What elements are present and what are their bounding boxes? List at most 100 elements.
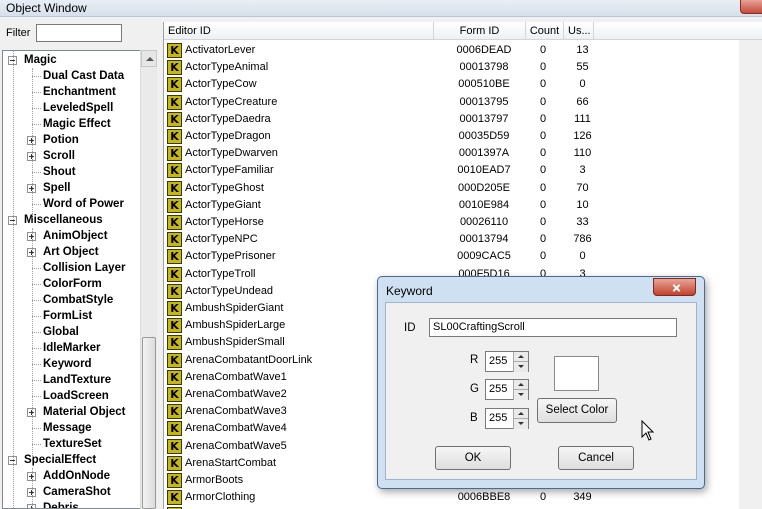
- tree-item[interactable]: Word of Power: [43, 196, 124, 212]
- tree-item[interactable]: Art Object: [43, 244, 99, 260]
- tree-scrollbar[interactable]: [140, 50, 157, 509]
- tree-connector: [32, 92, 41, 93]
- tree-item[interactable]: LandTexture: [43, 372, 111, 388]
- list-row[interactable]: K ActorTypePrisoner 0009CAC5 0 0: [164, 248, 762, 265]
- list-scrollbar[interactable]: [739, 40, 762, 509]
- g-value: 255: [489, 383, 508, 395]
- column-use[interactable]: Us...: [564, 22, 594, 40]
- tree-item[interactable]: LoadScreen: [43, 388, 109, 404]
- tree-item[interactable]: Material Object: [43, 404, 125, 420]
- tree-guide-line: [32, 468, 33, 508]
- tree-connector: [32, 76, 41, 77]
- editor-id-cell: ActorTypeNPC: [185, 233, 258, 246]
- list-row[interactable]: K ActorTypeHorse 00026110 0 33: [164, 214, 762, 231]
- list-row[interactable]: K ActorTypeFamiliar 0010EAD7 0 3: [164, 162, 762, 179]
- column-form-id[interactable]: Form ID: [434, 22, 526, 40]
- keyword-icon: K: [167, 352, 182, 368]
- ok-button[interactable]: OK: [435, 446, 511, 470]
- spin-down-icon[interactable]: [513, 362, 528, 372]
- tree-scroll-thumb[interactable]: [142, 337, 156, 509]
- editor-id-cell: ArmorClothing: [185, 491, 256, 504]
- list-row[interactable]: K ActorTypeNPC 00013794 0 786: [164, 231, 762, 248]
- spin-down-icon[interactable]: [513, 419, 528, 429]
- tree-item[interactable]: Global: [43, 324, 79, 340]
- use-count-cell: 55: [576, 61, 589, 74]
- dialog-close-button[interactable]: [653, 278, 696, 296]
- column-editor-id[interactable]: Editor ID: [164, 22, 434, 40]
- tree-item[interactable]: Keyword: [43, 356, 92, 372]
- category-tree[interactable]: Magic Dual Cast Data Enchantment LeveledSpe…: [2, 50, 157, 509]
- form-id-cell: 0006DEAD: [456, 44, 512, 56]
- tree-item[interactable]: Enchantment: [43, 84, 116, 100]
- select-color-button[interactable]: Select Color: [537, 398, 617, 423]
- tree-item[interactable]: Spell: [43, 180, 70, 196]
- tree-item[interactable]: AddOnNode: [43, 468, 110, 484]
- spin-up-icon[interactable]: [513, 409, 528, 419]
- tree-item[interactable]: Magic Effect: [43, 116, 111, 132]
- tree-item[interactable]: FormList: [43, 308, 92, 324]
- list-row[interactable]: K ActorTypeDwarven 0001397A 0 110: [164, 145, 762, 162]
- editor-id-cell: ActorTypeGiant: [185, 198, 261, 211]
- count-cell: 0: [539, 147, 547, 160]
- list-row[interactable]: K ActorTypeGhost 000D205E 0 70: [164, 180, 762, 197]
- window-close-button[interactable]: [740, 0, 762, 14]
- scroll-up-arrow-icon[interactable]: [141, 50, 157, 67]
- b-spinner[interactable]: 255: [485, 408, 529, 429]
- use-count-cell: 126: [573, 130, 592, 142]
- tree-item[interactable]: Potion: [43, 132, 79, 148]
- spin-up-icon[interactable]: [513, 380, 528, 390]
- spin-down-icon[interactable]: [513, 390, 528, 400]
- filter-input[interactable]: [36, 24, 122, 42]
- r-spinner[interactable]: 255: [485, 351, 529, 372]
- id-field[interactable]: SL00CraftingScroll: [429, 318, 677, 337]
- tree-item[interactable]: IdleMarker: [43, 340, 101, 356]
- tree-item-label: FormList: [43, 310, 93, 322]
- editor-id-cell: ActorTypeUndead: [185, 284, 274, 297]
- tree-item[interactable]: Magic: [24, 52, 57, 68]
- list-row[interactable]: K ActorTypeDragon 00035D59 0 126: [164, 128, 762, 145]
- editor-id-cell: ActorTypeTroll: [185, 267, 256, 280]
- tree-item[interactable]: CameraShot: [43, 484, 111, 500]
- cancel-button[interactable]: Cancel: [558, 446, 634, 470]
- tree-connector: [32, 124, 41, 125]
- tree-item-label: Material Object: [43, 406, 126, 418]
- form-id-cell: 00026110: [459, 216, 509, 228]
- tree-item-label: CombatStyle: [43, 294, 114, 306]
- list-row[interactable]: K ActorTypeDaedra 00013797 0 111: [164, 111, 762, 128]
- tree-item[interactable]: Debris: [43, 500, 79, 508]
- tree-item[interactable]: SpecialEffect: [24, 452, 96, 468]
- list-row[interactable]: K ActorTypeGiant 0010E984 0 10: [164, 197, 762, 214]
- keyword-icon: K: [167, 283, 182, 299]
- list-row[interactable]: K ActorTypeCow 000510BE 0 0: [164, 76, 762, 93]
- tree-item[interactable]: ColorForm: [43, 276, 102, 292]
- tree-item-label: LoadScreen: [43, 390, 109, 402]
- use-count-cell: 110: [573, 147, 592, 160]
- tree-item[interactable]: Dual Cast Data: [43, 68, 124, 84]
- tree-connector: [32, 444, 41, 445]
- use-count-cell: 33: [576, 216, 589, 228]
- tree-guide-line: [13, 51, 14, 508]
- tree-connector: [32, 316, 41, 317]
- tree-item[interactable]: LeveledSpell: [43, 100, 113, 116]
- tree-item[interactable]: Collision Layer: [43, 260, 125, 276]
- tree-item[interactable]: TextureSet: [43, 436, 102, 452]
- tree-item[interactable]: Miscellaneous: [24, 212, 103, 228]
- r-value: 255: [489, 355, 508, 367]
- tree-item[interactable]: AnimObject: [43, 228, 108, 244]
- tree-item[interactable]: Shout: [43, 164, 76, 180]
- keyword-icon: K: [167, 490, 182, 506]
- tree-item[interactable]: CombatStyle: [43, 292, 113, 308]
- mouse-pointer-icon: [641, 420, 655, 441]
- tree-item[interactable]: Scroll: [43, 148, 75, 164]
- list-row[interactable]: K ActivatorLever 0006DEAD 0 13: [164, 42, 762, 59]
- keyword-icon: K: [167, 111, 182, 127]
- column-count[interactable]: Count: [526, 22, 564, 40]
- editor-id-cell: ActorTypeAnimal: [185, 61, 269, 74]
- g-spinner[interactable]: 255: [485, 379, 529, 400]
- tree-item[interactable]: Message: [43, 420, 92, 436]
- list-row[interactable]: K ArmorClothing 0006BBE8 0 349: [164, 489, 762, 506]
- list-row[interactable]: K ActorTypeCreature 00013795 0 66: [164, 94, 762, 111]
- spin-up-icon[interactable]: [513, 352, 528, 362]
- list-row[interactable]: K ActorTypeAnimal 00013798 0 55: [164, 59, 762, 76]
- keyword-icon: K: [167, 266, 182, 282]
